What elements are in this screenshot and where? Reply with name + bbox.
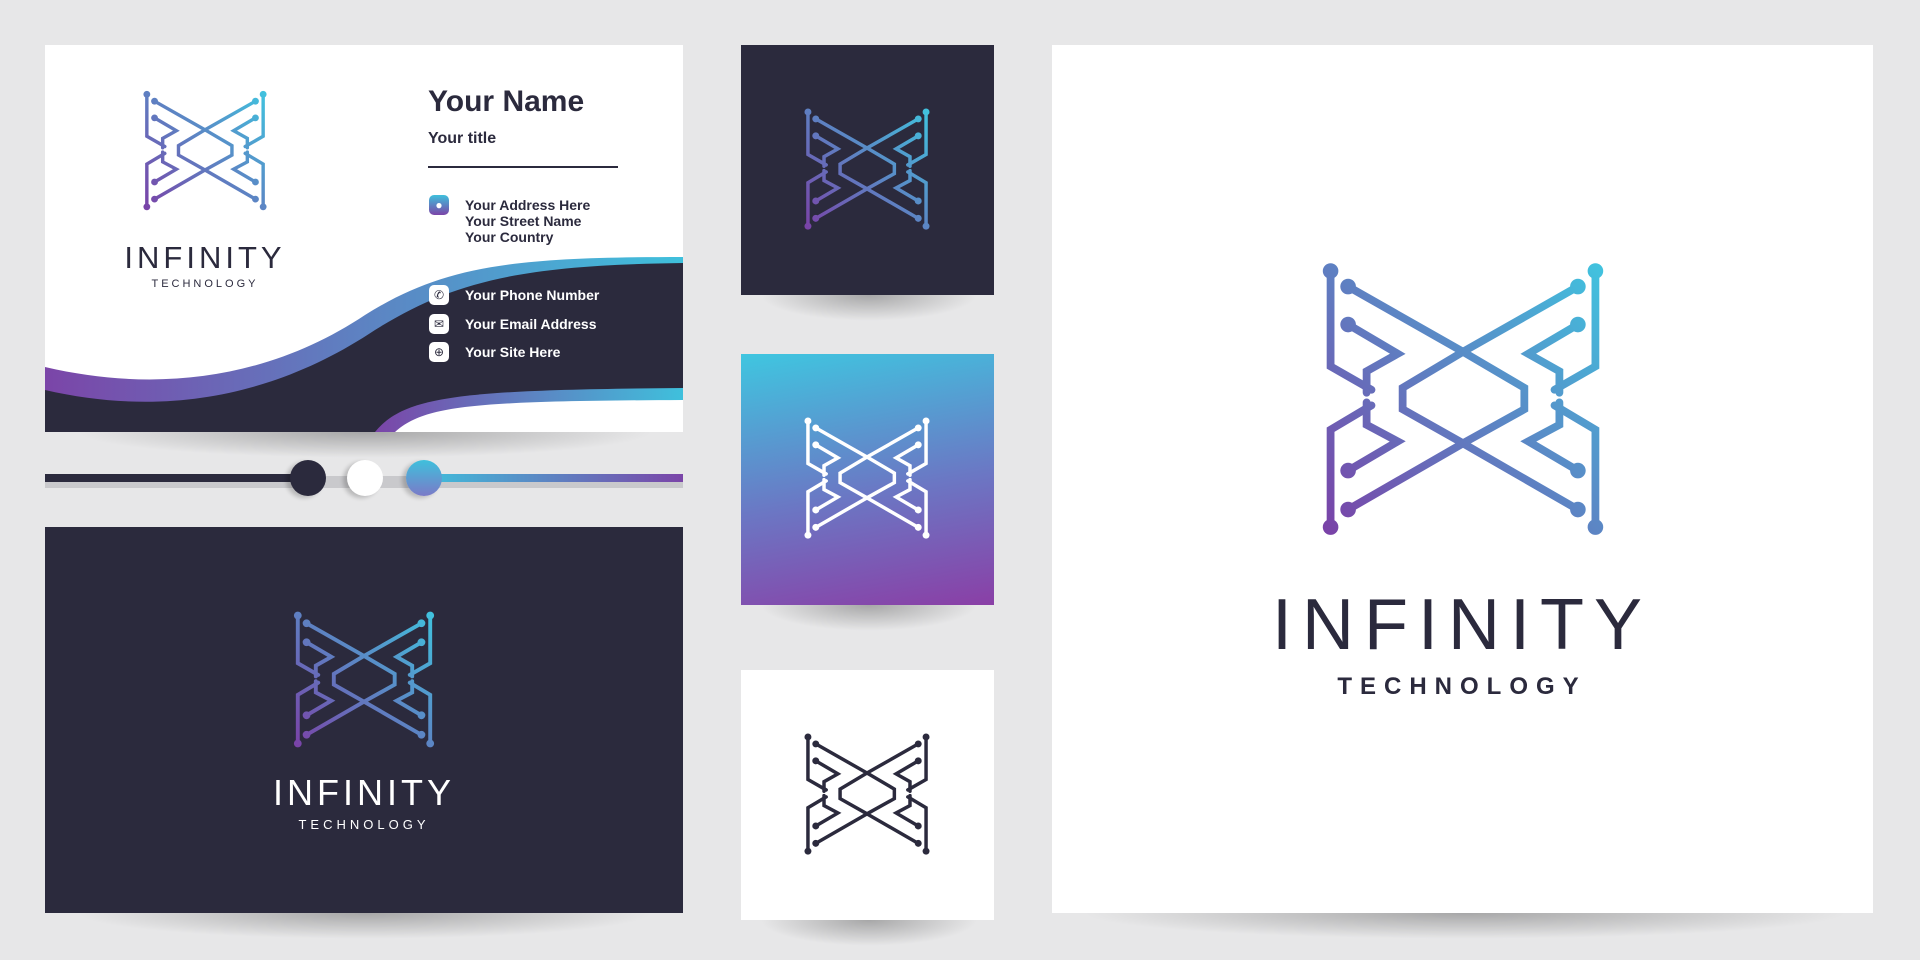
brand-tagline: TECHNOLOGY: [298, 817, 430, 832]
swatch-white: [347, 460, 383, 496]
location-pin-icon: ●: [429, 195, 449, 215]
brand-tagline: TECHNOLOGY: [1337, 673, 1587, 700]
address-line-3: Your Country: [465, 229, 554, 245]
infinity-logo: [801, 416, 933, 541]
brand-name: INFINITY: [1272, 585, 1652, 665]
business-card-front: INFINITY TECHNOLOGY Your Name Your title…: [45, 45, 683, 432]
email-text: Your Email Address: [465, 316, 597, 332]
infinity-logo: [801, 732, 933, 857]
infinity-logo: [290, 610, 438, 750]
phone-icon: ✆: [429, 285, 449, 305]
infinity-logo: [1315, 260, 1611, 540]
logo-square-dark: [741, 45, 994, 295]
swatch-gradient: [406, 460, 442, 496]
swatch-dark: [290, 460, 326, 496]
globe-icon: ⊕: [429, 342, 449, 362]
address-line-2: Your Street Name: [465, 213, 582, 229]
infinity-logo: [801, 107, 933, 232]
divider: [428, 166, 618, 168]
brand-name: INFINITY: [124, 240, 286, 275]
brand-tagline: TECHNOLOGY: [151, 278, 259, 290]
card-title: Your title: [428, 130, 497, 147]
envelope-icon: ✉: [429, 314, 449, 334]
logo-square-gradient: [741, 354, 994, 605]
main-logo-panel: INFINITY TECHNOLOGY: [1052, 45, 1873, 913]
brand-name: INFINITY: [273, 772, 455, 813]
phone-text: Your Phone Number: [465, 287, 600, 303]
card-name: Your Name: [428, 85, 585, 118]
logo-square-white: [741, 670, 994, 920]
business-card-back: INFINITY TECHNOLOGY: [45, 527, 683, 913]
address-line-1: Your Address Here: [465, 197, 591, 213]
site-text: Your Site Here: [465, 344, 561, 360]
infinity-logo: [140, 90, 270, 212]
